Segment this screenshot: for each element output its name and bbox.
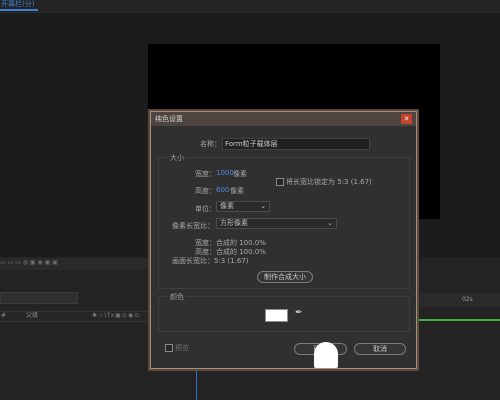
lock-aspect-checkbox[interactable] — [276, 178, 284, 186]
chevron-down-icon: ⌄ — [327, 219, 333, 227]
close-icon: ✕ — [403, 115, 410, 123]
height-label: 高度： — [195, 187, 216, 195]
time-marker-label: 02s — [462, 296, 473, 303]
color-swatch[interactable] — [265, 309, 288, 322]
height-value[interactable]: 600 — [216, 186, 229, 194]
solid-settings-dialog: 纯色设置 ✕ 名称： Form粒子载体层 大小 宽度： 1000 像素 将长宽比… — [150, 111, 417, 369]
work-area-bar[interactable] — [417, 319, 500, 321]
time-ruler[interactable] — [417, 293, 500, 307]
top-panel-tab[interactable]: 开幕栏(分) — [0, 0, 34, 9]
timeline-toolbar: ▭ ▭ ▭ ◍ ▣ ◉ ▣ ▣ — [0, 258, 150, 270]
size-group-legend: 大小 — [168, 153, 186, 163]
width-value[interactable]: 1000 — [216, 169, 234, 177]
info-frame-aspect: 画面长宽比：5:3 (1.67) — [172, 257, 249, 265]
preview-checkbox[interactable] — [165, 344, 173, 352]
units-dropdown[interactable]: 像素 ⌄ — [216, 201, 270, 212]
timeline-search-input[interactable] — [0, 292, 78, 304]
units-label: 单位： — [195, 205, 216, 213]
top-bar — [0, 0, 500, 13]
pixel-aspect-selected: 方形像素 — [220, 219, 248, 227]
pixel-aspect-label: 像素长宽比： — [172, 222, 214, 230]
name-label: 名称： — [200, 140, 221, 148]
color-group-legend: 颜色 — [168, 292, 186, 302]
chevron-down-icon: ⌄ — [260, 202, 266, 210]
tab-underline — [0, 9, 38, 11]
timeline-toolbar-icons[interactable]: ▭ ▭ ▭ ◍ ▣ ◉ ▣ ▣ — [0, 259, 58, 266]
current-time-indicator[interactable] — [196, 368, 197, 400]
close-button[interactable]: ✕ — [401, 114, 412, 124]
units-selected: 像素 — [220, 202, 234, 210]
dialog-title: 纯色设置 — [155, 115, 183, 123]
cancel-button[interactable]: 取消 — [354, 343, 406, 355]
pixel-aspect-dropdown[interactable]: 方形像素 ⌄ — [216, 218, 337, 229]
layer-switches-icons[interactable]: ✱☆\fx▣◎◉⊙ — [92, 311, 140, 321]
height-unit: 像素 — [230, 187, 244, 195]
name-input[interactable]: Form粒子载体层 — [222, 138, 370, 150]
width-unit: 像素 — [233, 170, 247, 178]
lock-aspect-label: 将长宽比锁定为 5:3 (1.67) — [286, 178, 372, 186]
make-comp-size-button[interactable]: 制作合成大小 — [257, 271, 313, 283]
width-label: 宽度： — [195, 170, 216, 178]
dialog-titlebar[interactable] — [151, 112, 416, 126]
column-label-parent: 父级 — [26, 312, 39, 319]
pointer-cursor-icon — [314, 342, 338, 368]
preview-label: 预览 — [175, 344, 189, 352]
eyedropper-icon[interactable]: ✒ — [295, 308, 303, 318]
column-label-number: # — [1, 312, 7, 319]
